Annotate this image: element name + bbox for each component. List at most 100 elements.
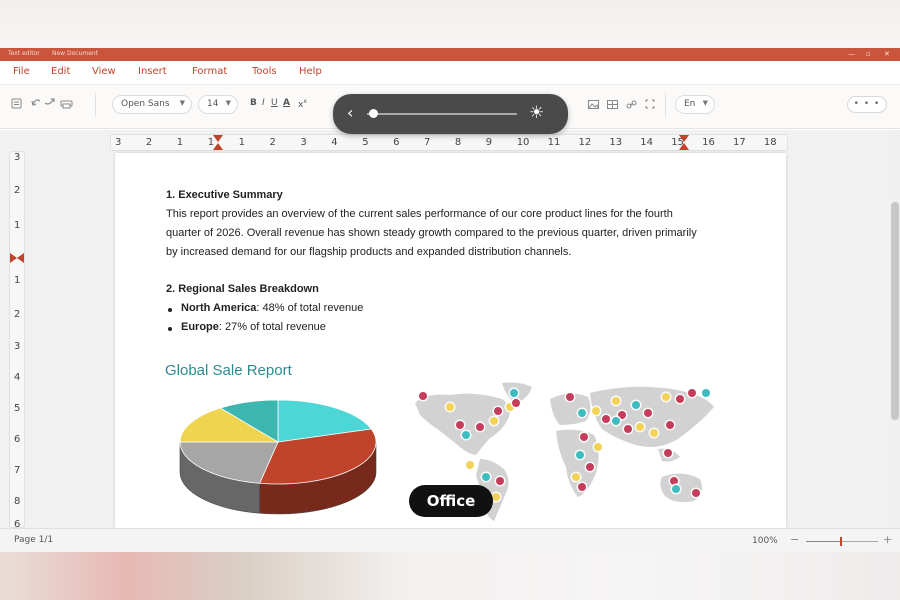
minimize-icon[interactable]: — [848,49,855,59]
bullet-region: Europe [181,321,219,333]
right-indent-marker[interactable] [679,135,689,142]
brightness-slider-track[interactable] [367,113,517,115]
image-icon[interactable] [588,99,599,112]
ruler-number: 16 [702,137,715,148]
office-badge: Office [409,485,493,517]
zoom-in-button[interactable]: + [883,533,892,546]
left-margin-marker[interactable] [213,143,223,150]
fullscreen-icon[interactable] [645,99,655,112]
map-dot [512,399,520,407]
map-dot [576,451,584,459]
document-title: New Document [52,50,99,57]
ruler-number: 1 [176,137,184,148]
font-family-select[interactable]: Open Sans ▼ [112,95,192,114]
map-dot [650,429,658,437]
ruler-number: 11 [547,137,561,148]
map-dot [586,463,594,471]
map-dot [446,403,454,411]
map-dot [476,423,484,431]
table-icon[interactable] [607,99,618,112]
right-margin-marker[interactable] [679,143,689,150]
close-icon[interactable]: ✕ [884,49,890,59]
menu-insert[interactable]: Insert [138,66,167,77]
font-size-select[interactable]: 14 ▼ [198,95,238,114]
map-dot [510,389,518,397]
menu-edit[interactable]: Edit [51,66,70,77]
brightness-overlay: ‹ ☀ [333,94,568,134]
ruler-number: 7 [14,465,21,476]
ruler-number: 3 [14,341,21,352]
map-dot [602,415,610,423]
zoom-slider-thumb[interactable] [839,537,842,546]
paragraph-line: by increased demand for our flagship pro… [166,246,572,258]
map-dot [644,409,652,417]
bullet-detail: : 48% of total revenue [256,302,364,314]
horizontal-ruler: 3 2 1 1 1 2 3 4 5 6 7 8 9 10 11 12 13 14 15 16 17 18 [110,134,788,151]
zoom-level: 100% [752,536,778,546]
brightness-slider-thumb[interactable] [368,109,378,118]
bold-button[interactable]: B [250,98,257,108]
map-dot [672,485,680,493]
ruler-number: 6 [14,434,21,445]
map-dot [702,389,710,397]
left-indent-marker[interactable] [213,135,223,142]
ruler-number: 3 [14,152,21,163]
menu-format[interactable]: Format [192,66,227,77]
clear-format-button[interactable]: xx [298,98,307,110]
map-dot [482,473,490,481]
menu-tools[interactable]: Tools [252,66,277,77]
separator [95,93,96,117]
ruler-number: 12 [578,137,592,148]
bullet-region: North America [181,302,257,314]
map-dot [594,443,602,451]
menu-help[interactable]: Help [299,66,322,77]
document-page[interactable]: 1. Executive Summary This report provide… [115,153,786,528]
font-color-button[interactable]: A [283,98,290,108]
scrollbar-thumb[interactable] [891,202,899,420]
link-icon[interactable] [626,99,637,112]
separator [665,93,666,117]
vertical-scrollbar[interactable] [890,130,900,528]
ruler-number: 2 [14,185,21,196]
zoom-out-button[interactable]: − [790,533,799,546]
title-bar: Text editor New Document — ▫ ✕ [0,48,900,61]
map-dot [664,449,672,457]
map-dot [624,425,632,433]
ruler-number: 6 [393,137,400,148]
more-options-button[interactable]: • • • [847,96,887,113]
italic-button[interactable]: I [262,98,265,108]
sun-icon[interactable]: ☀ [529,103,544,123]
underline-button[interactable]: U [271,98,278,108]
language-value: En [684,99,696,109]
ruler-number: 8 [14,496,21,507]
ruler-number: 9 [485,137,493,148]
map-dot [636,423,644,431]
map-dot [572,473,580,481]
bullet-detail: : 27% of total revenue [218,321,326,333]
page-indicator: Page 1/1 [14,535,54,545]
print-icon[interactable] [60,98,73,112]
language-select[interactable]: En ▼ [675,95,715,114]
menu-view[interactable]: View [92,66,116,77]
menu-file[interactable]: File [13,66,30,77]
zoom-slider[interactable] [806,537,878,546]
chevron-left-icon[interactable]: ‹ [347,103,353,122]
map-dot [666,421,674,429]
map-dot [456,421,464,429]
save-icon[interactable] [11,98,22,112]
ruler-number: 2 [269,137,276,148]
status-bar: Page 1/1 100% − + [0,528,900,552]
chevron-down-icon: ▼ [225,99,231,107]
redo-icon[interactable] [44,97,56,110]
undo-icon[interactable] [31,97,45,110]
ruler-number: 8 [454,137,462,148]
top-margin-marker-right[interactable] [17,253,24,263]
ruler-number: 14 [640,137,654,148]
map-dot [566,393,574,401]
maximize-icon[interactable]: ▫ [866,49,871,59]
map-dot [462,431,470,439]
paragraph-line: quarter of 2026. Overall revenue has sho… [166,227,697,239]
ruler-number: 2 [145,137,153,148]
map-dot [612,397,620,405]
top-margin-marker[interactable] [10,253,17,263]
